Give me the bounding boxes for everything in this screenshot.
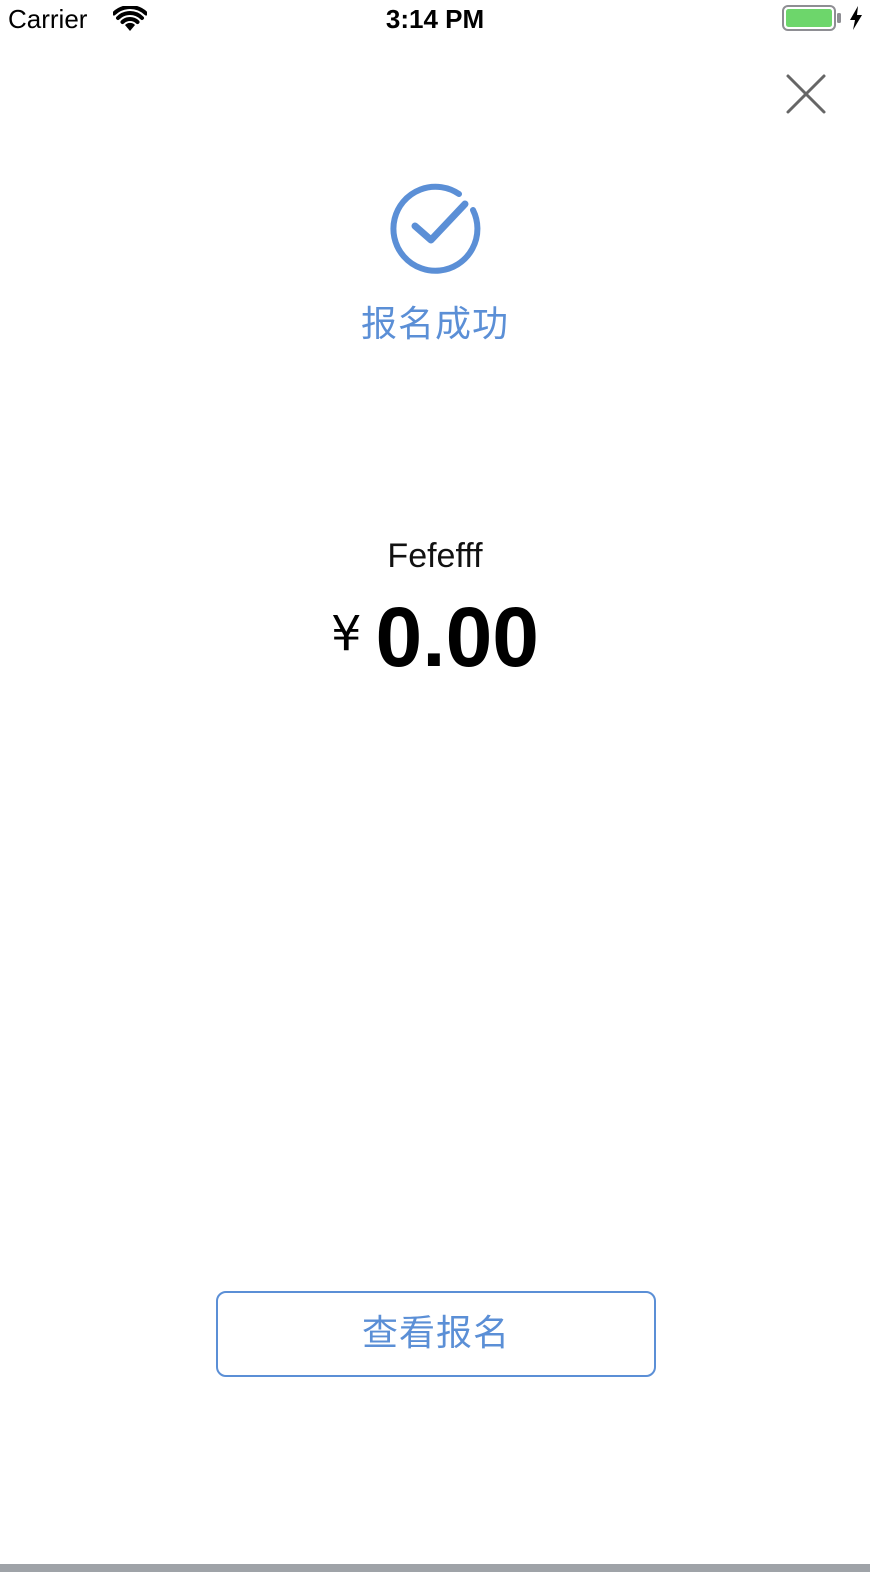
view-registration-label: 查看报名: [361, 1313, 510, 1354]
success-title: 报名成功: [360, 304, 509, 345]
price-amount: 0.00: [375, 590, 540, 684]
check-circle-icon: [390, 183, 481, 274]
view-registration-button[interactable]: 查看报名: [216, 1291, 656, 1377]
status-bar: Carrier 3:14 PM: [0, 0, 870, 40]
event-name: Fefefff: [387, 537, 483, 575]
status-time: 3:14 PM: [385, 4, 485, 34]
window-bottom-edge: [0, 1564, 870, 1572]
charging-bolt-icon: [850, 6, 862, 30]
registration-success-screen: Carrier 3:14 PM 报名成功 Fefefff ¥0.00 查看报名: [0, 0, 870, 1572]
currency-symbol: ¥: [330, 606, 362, 662]
price-display: ¥0.00: [0, 592, 870, 682]
close-button[interactable]: [776, 64, 836, 124]
close-icon: [786, 74, 826, 114]
battery-icon: [782, 5, 841, 31]
